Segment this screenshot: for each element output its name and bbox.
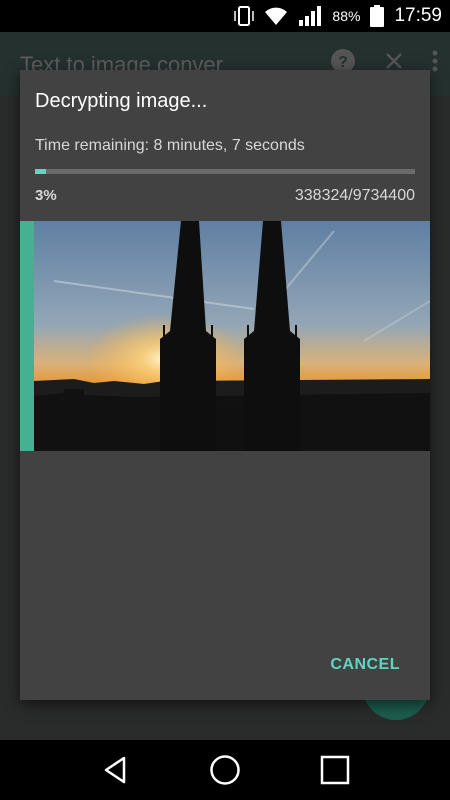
back-icon[interactable] bbox=[95, 750, 135, 790]
time-remaining: Time remaining: 8 minutes, 7 seconds bbox=[35, 137, 305, 154]
clock: 17:59 bbox=[394, 5, 442, 26]
home-icon[interactable] bbox=[205, 750, 245, 790]
status-bar-right: 88% 17:59 bbox=[234, 0, 442, 32]
navigation-bar bbox=[0, 740, 450, 800]
more-vert-icon[interactable] bbox=[432, 50, 438, 77]
progress-percent: 3% bbox=[35, 187, 57, 204]
sunset-church-photo bbox=[34, 221, 430, 451]
svg-text:?: ? bbox=[338, 54, 348, 71]
cancel-button[interactable]: CANCEL bbox=[330, 656, 400, 674]
progress-bar bbox=[35, 169, 415, 174]
dialog-title: Decrypting image... bbox=[35, 90, 208, 112]
progress-bar-fill bbox=[35, 169, 47, 174]
status-bar: 88% 17:59 bbox=[0, 0, 450, 32]
vibrate-icon bbox=[234, 5, 255, 27]
recents-icon[interactable] bbox=[315, 750, 355, 790]
wifi-icon bbox=[264, 6, 288, 26]
battery-percent: 88% bbox=[332, 8, 361, 24]
progress-count: 338324/9734400 bbox=[294, 187, 415, 204]
image-preview bbox=[20, 221, 430, 451]
signal-icon bbox=[298, 5, 322, 27]
image-accent-bar bbox=[20, 221, 34, 451]
battery-icon bbox=[370, 5, 385, 27]
progress-dialog: Decrypting image... Time remaining: 8 mi… bbox=[20, 70, 430, 700]
